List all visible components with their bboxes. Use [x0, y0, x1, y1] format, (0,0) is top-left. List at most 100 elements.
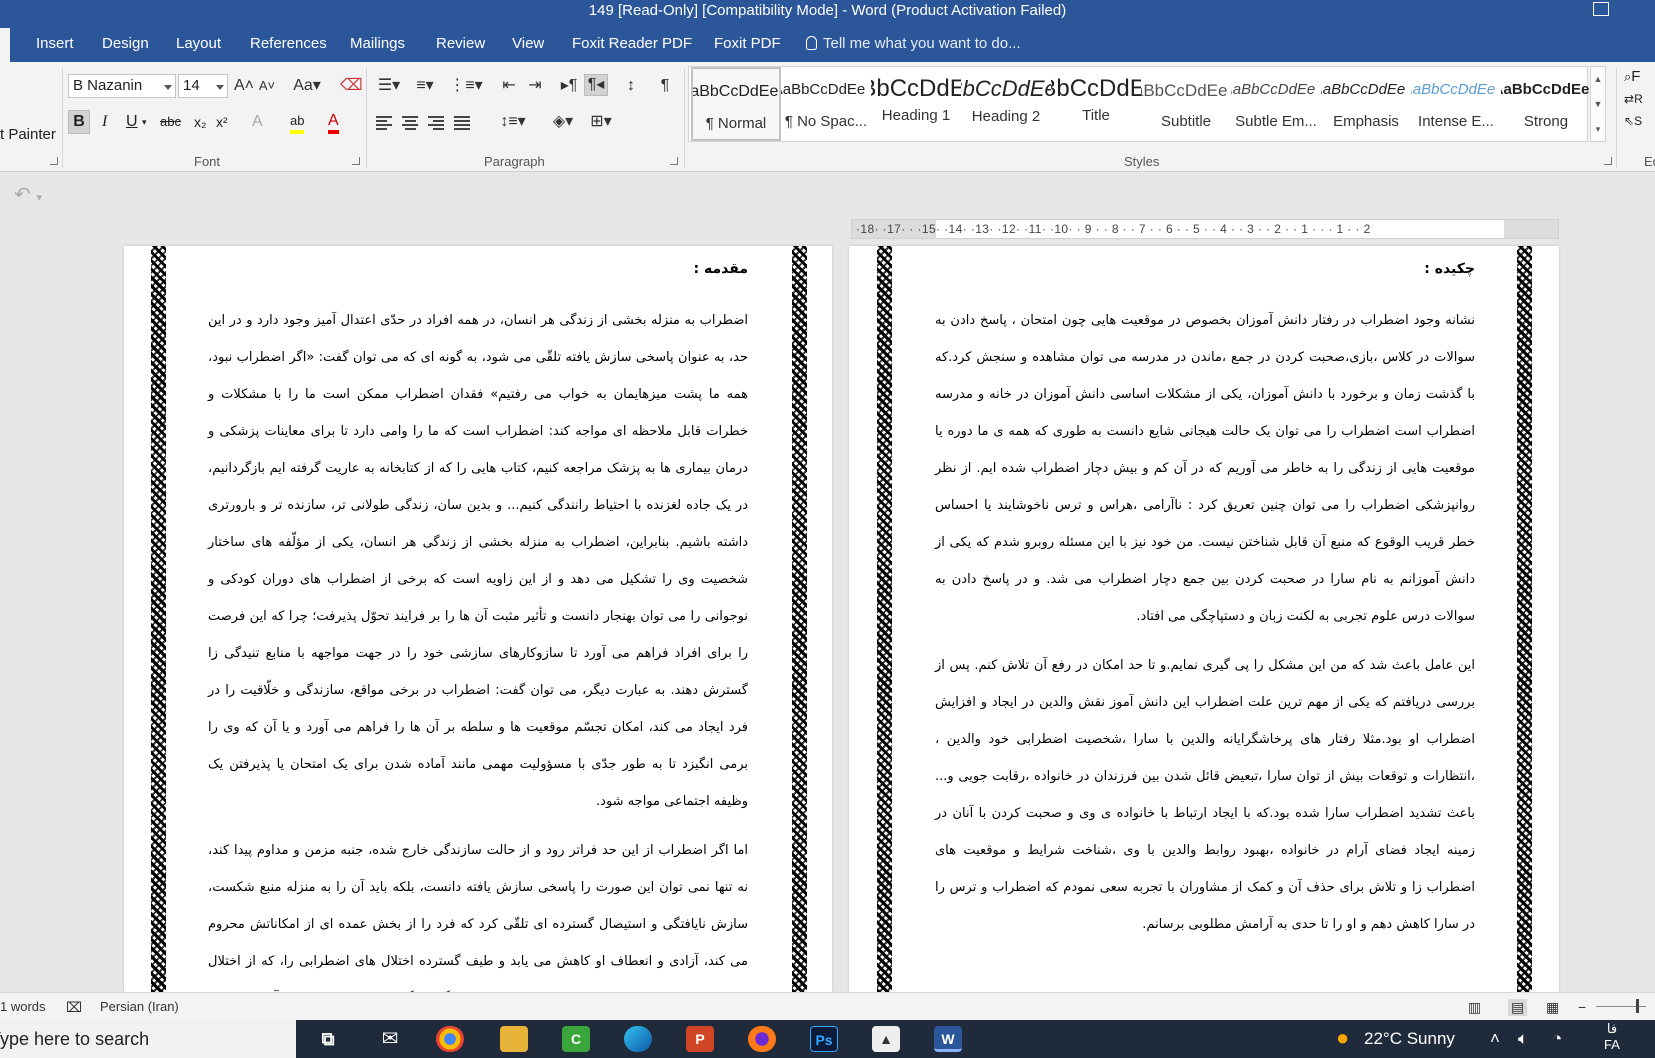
proofing-icon[interactable]: ⌧	[66, 999, 82, 1016]
file-explorer-icon[interactable]	[500, 1026, 528, 1052]
chevron-up-icon[interactable]: ˄	[1490, 1029, 1500, 1049]
align-right-icon[interactable]	[428, 116, 446, 130]
superscript-button[interactable]: x²	[216, 110, 228, 134]
font-name-combo[interactable]: B Nazanin	[68, 74, 176, 98]
align-center-icon[interactable]	[402, 116, 420, 130]
align-left-icon[interactable]	[376, 116, 394, 130]
tell-me-search[interactable]: Tell me what you want to do...	[806, 35, 1021, 52]
restore-window-button[interactable]	[1593, 2, 1609, 16]
increase-indent-icon[interactable]: ⇥	[524, 76, 546, 96]
title-bar: 149 [Read-Only] [Compatibility Mode] - W…	[0, 0, 1655, 24]
style-strong[interactable]: AaBbCcDdEe Strong	[1501, 67, 1591, 141]
show-formatting-icon[interactable]: ¶	[654, 76, 676, 96]
chevron-down-icon[interactable]: ▾	[142, 110, 147, 134]
zoom-out-icon[interactable]: −	[1578, 999, 1586, 1015]
tab-home-partial[interactable]	[0, 28, 10, 62]
subscript-button[interactable]: x₂	[194, 110, 206, 134]
style-title[interactable]: AaBbCcDdEe Title	[1051, 67, 1141, 141]
firefox-icon[interactable]	[748, 1026, 776, 1052]
print-layout-icon[interactable]: ▤	[1508, 999, 1528, 1016]
tab-review[interactable]: Review	[436, 35, 485, 52]
shading-icon[interactable]: ◈▾	[546, 112, 580, 132]
justify-icon[interactable]	[454, 116, 472, 130]
style-subtitle[interactable]: AaBbCcDdEe Subtitle	[1141, 67, 1231, 141]
document-page-right[interactable]: چکیده : نشانه وجود اضطراب در رفتار دانش …	[849, 246, 1559, 992]
select-button[interactable]: ⇖S	[1624, 110, 1643, 132]
more-styles-icon[interactable]: ▾	[1591, 117, 1605, 142]
rtl-direction-icon[interactable]: ¶◂	[584, 74, 608, 96]
underline-button[interactable]: U	[126, 110, 138, 134]
clear-formatting-icon[interactable]: ⌫	[340, 76, 363, 96]
chevron-down-icon[interactable]: ▼	[1591, 92, 1605, 117]
style-normal[interactable]: AaBbCcDdEe ¶ Normal	[691, 67, 781, 141]
horizontal-ruler[interactable]: ·18· ·17· · ·15· ·14· ·13· ·12· ·11· ·10…	[851, 219, 1559, 239]
format-painter-button[interactable]: t Painter	[0, 126, 56, 143]
style-heading-1[interactable]: AaBbCcDdEe Heading 1	[871, 67, 961, 141]
tab-layout[interactable]: Layout	[176, 35, 221, 52]
styles-dialog-launcher[interactable]	[1604, 157, 1612, 165]
read-mode-icon[interactable]: ▥	[1468, 999, 1481, 1016]
style-subtle-emphasis[interactable]: AaBbCcDdEe Subtle Em...	[1231, 67, 1321, 141]
photoshop-icon[interactable]: Ps	[810, 1026, 838, 1052]
tab-view[interactable]: View	[512, 35, 544, 52]
find-button[interactable]: ⌕F	[1624, 66, 1643, 88]
weather-icon[interactable]: ●	[1336, 1025, 1349, 1051]
styles-gallery: AaBbCcDdEe¶ Normal AaBbCcDdEe¶ No Spac..…	[688, 66, 1591, 142]
sort-icon[interactable]: ↕	[620, 76, 642, 96]
styles-gallery-scroll[interactable]: ▲ ▼ ▾	[1590, 66, 1606, 142]
photos-icon[interactable]: ▲	[872, 1026, 900, 1052]
tab-design[interactable]: Design	[102, 35, 149, 52]
powerpoint-icon[interactable]: P	[686, 1026, 714, 1052]
taskbar-search[interactable]: Type here to search	[0, 1020, 296, 1058]
change-case-icon[interactable]: Aa▾	[292, 76, 322, 96]
page-text-left[interactable]: مقدمه : اضطراب به منزله بخشی از زندگی هر…	[208, 254, 748, 992]
bold-button[interactable]: B	[68, 110, 90, 134]
edge-icon[interactable]	[624, 1026, 652, 1052]
tab-references[interactable]: References	[250, 35, 327, 52]
document-page-left[interactable]: مقدمه : اضطراب به منزله بخشی از زندگی هر…	[124, 246, 832, 992]
tab-foxit-reader-pdf[interactable]: Foxit Reader PDF	[572, 35, 692, 52]
chevron-up-icon[interactable]: ▲	[1591, 67, 1605, 92]
input-language[interactable]: فا FA	[1604, 1021, 1620, 1053]
paragraph-dialog-launcher[interactable]	[670, 157, 678, 165]
decrease-indent-icon[interactable]: ⇤	[498, 76, 520, 96]
mail-icon[interactable]: ✉	[376, 1026, 404, 1052]
weather-text[interactable]: 22°C Sunny	[1364, 1029, 1455, 1049]
grow-font-icon[interactable]: A˄	[234, 76, 254, 96]
network-icon[interactable]: ◔	[1552, 1029, 1562, 1049]
web-layout-icon[interactable]: ▦	[1546, 999, 1559, 1016]
line-spacing-icon[interactable]: ↕≡▾	[496, 112, 530, 132]
style-heading-2[interactable]: AaBbCcDdEe Heading 2	[961, 67, 1051, 141]
numbering-icon[interactable]: ≡▾	[410, 76, 440, 96]
ltr-direction-icon[interactable]: ▸¶	[558, 76, 580, 96]
font-color-icon[interactable]: A	[328, 112, 339, 134]
language-indicator[interactable]: Persian (Iran)	[100, 999, 179, 1014]
clipboard-dialog-launcher[interactable]	[50, 157, 58, 165]
camtasia-icon[interactable]: C	[562, 1026, 590, 1052]
page-text-right[interactable]: چکیده : نشانه وجود اضطراب در رفتار دانش …	[935, 254, 1475, 955]
tab-insert[interactable]: Insert	[36, 35, 74, 52]
tab-foxit-pdf[interactable]: Foxit PDF	[714, 35, 781, 52]
text-effects-icon[interactable]: A	[252, 110, 263, 134]
strikethrough-button[interactable]: abc	[160, 110, 181, 134]
word-count[interactable]: 1 words	[0, 999, 46, 1014]
style-intense-emphasis[interactable]: AaBbCcDdEe Intense E...	[1411, 67, 1501, 141]
highlight-icon[interactable]: ab	[290, 112, 305, 134]
word-icon[interactable]: W	[934, 1026, 962, 1052]
tab-mailings[interactable]: Mailings	[350, 35, 405, 52]
volume-icon[interactable]: 🔈︎	[1518, 1029, 1528, 1049]
borders-icon[interactable]: ⊞▾	[584, 112, 618, 132]
font-dialog-launcher[interactable]	[352, 157, 360, 165]
chrome-icon[interactable]	[436, 1026, 464, 1052]
font-size-combo[interactable]: 14	[178, 74, 228, 98]
undo-icon[interactable]: ↶ ▾	[14, 182, 42, 207]
replace-button[interactable]: ⇄R	[1624, 88, 1643, 110]
style-no-spacing[interactable]: AaBbCcDdEe ¶ No Spac...	[781, 67, 871, 141]
italic-button[interactable]: I	[102, 110, 107, 134]
style-emphasis[interactable]: AaBbCcDdEe Emphasis	[1321, 67, 1411, 141]
task-view-icon[interactable]: ⧉	[314, 1026, 342, 1052]
shrink-font-icon[interactable]: A˅	[258, 76, 276, 96]
bullets-icon[interactable]: ☰▾	[374, 76, 404, 96]
zoom-thumb[interactable]	[1636, 999, 1639, 1013]
multilevel-list-icon[interactable]: ⋮≡▾	[448, 76, 484, 96]
